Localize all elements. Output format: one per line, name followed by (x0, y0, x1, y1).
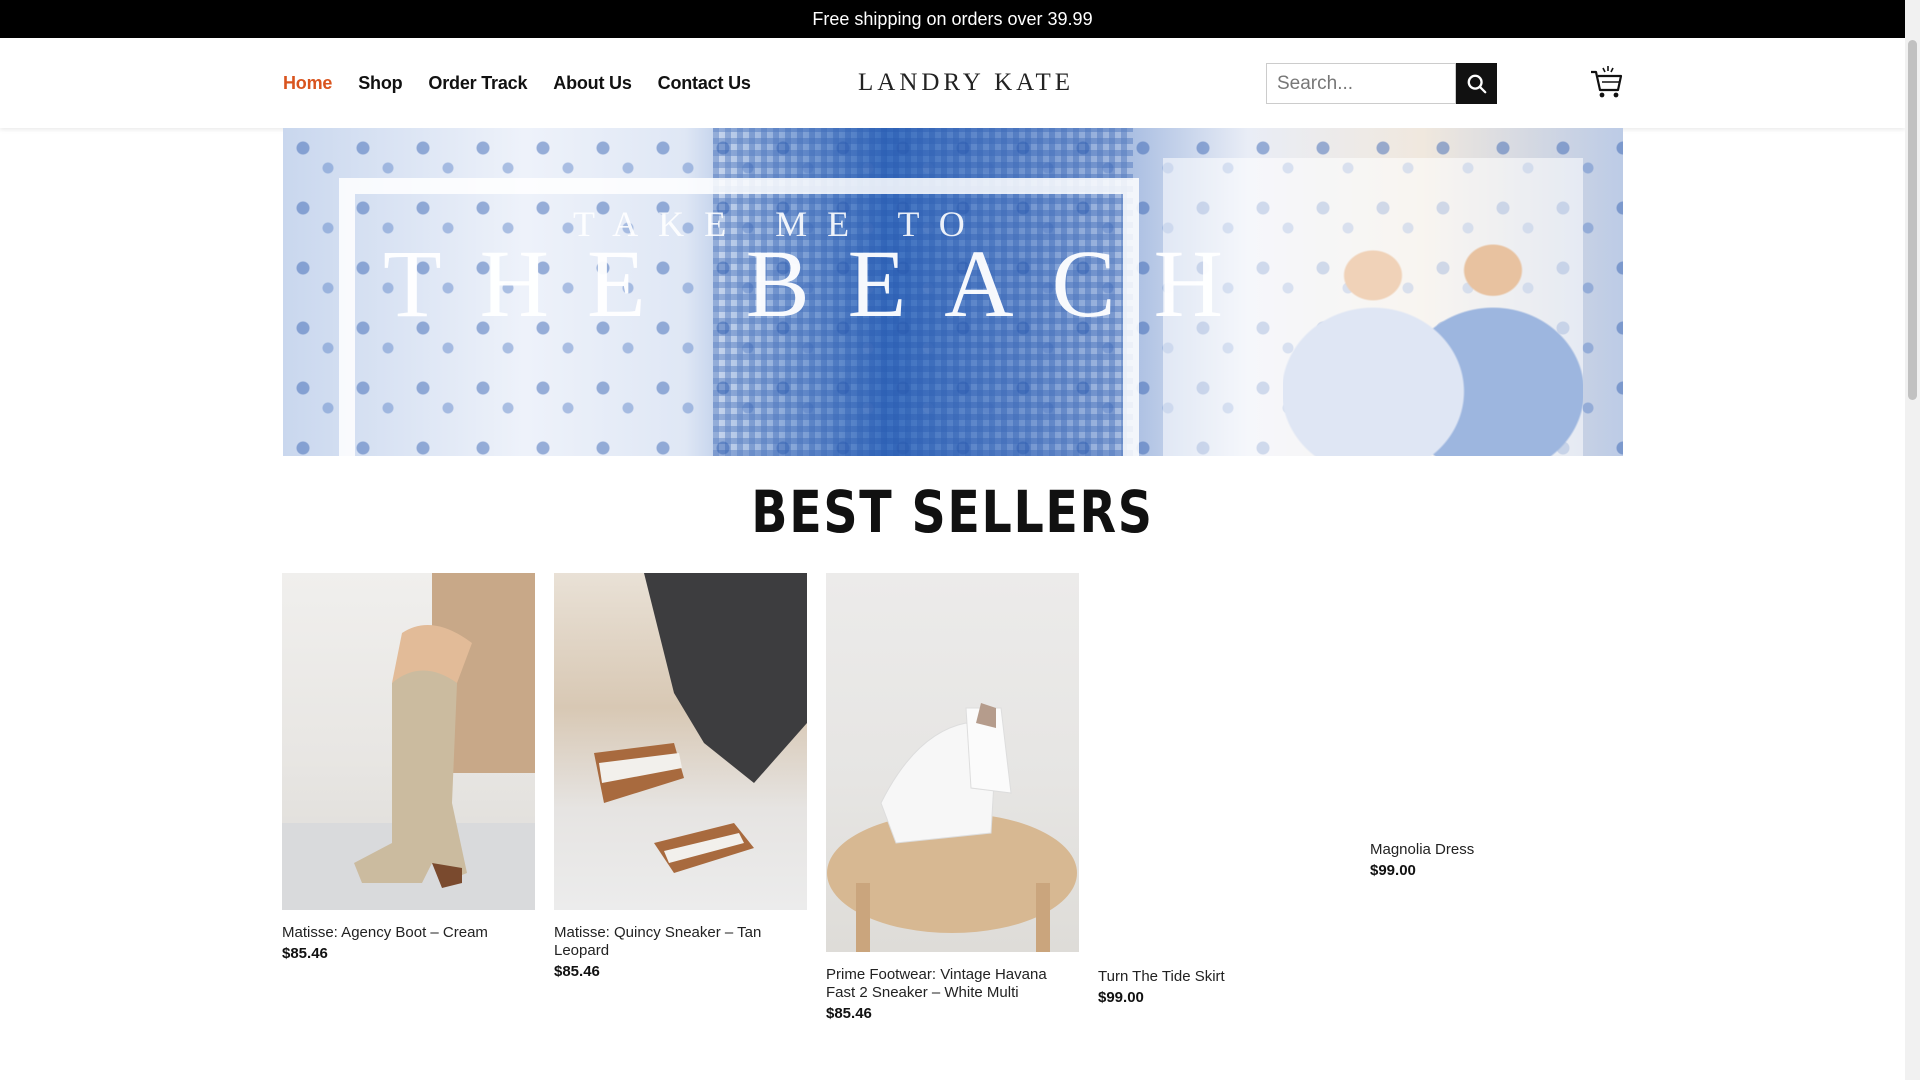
site-header: Home Shop Order Track About Us Contact U… (0, 38, 1905, 128)
search-button[interactable] (1456, 63, 1497, 104)
product-image[interactable] (554, 573, 807, 910)
product-price: $85.46 (554, 963, 600, 980)
boot-image (282, 573, 535, 910)
white-sneaker-image (827, 703, 1077, 952)
search-icon (1467, 74, 1486, 93)
product-card[interactable]: Prime Footwear: Vintage Havana Fast 2 Sn… (826, 573, 1079, 1022)
product-name[interactable]: Matisse: Quincy Sneaker – Tan Leopard (554, 924, 807, 960)
product-card[interactable]: Matisse: Agency Boot – Cream $85.46 (282, 573, 535, 962)
announcement-bar: Free shipping on orders over 39.99 (0, 0, 1905, 38)
best-sellers-title: BEST SELLERS (751, 478, 1154, 546)
nav-about-us[interactable]: About Us (553, 73, 632, 94)
hero-banner[interactable]: TAKE ME TO THE BEACH (283, 128, 1623, 456)
site-logo[interactable]: LANDRY KATE (858, 38, 1074, 128)
hero-heading: THE BEACH (383, 230, 1261, 337)
product-price: $85.46 (282, 945, 328, 962)
nav-home[interactable]: Home (283, 73, 332, 94)
product-name[interactable]: Matisse: Agency Boot – Cream (282, 924, 535, 942)
models-image (1283, 198, 1583, 456)
main-nav: Home Shop Order Track About Us Contact U… (283, 38, 751, 128)
cart-button[interactable] (1588, 64, 1624, 100)
product-price: $99.00 (1098, 989, 1144, 1006)
search-input[interactable] (1266, 63, 1456, 104)
product-card[interactable]: Turn The Tide Skirt $99.00 (1098, 952, 1351, 1006)
product-price: $99.00 (1370, 862, 1416, 879)
product-name[interactable]: Prime Footwear: Vintage Havana Fast 2 Sn… (826, 966, 1079, 1002)
product-name[interactable]: Turn The Tide Skirt (1098, 968, 1351, 986)
product-price: $85.46 (826, 1005, 872, 1022)
cart-icon (1591, 66, 1623, 98)
announcement-text: Free shipping on orders over 39.99 (812, 8, 1093, 29)
product-image[interactable] (826, 573, 1079, 952)
scrollbar-thumb[interactable] (1908, 40, 1917, 400)
product-card[interactable]: Matisse: Quincy Sneaker – Tan Leopard $8… (554, 573, 807, 980)
sneaker-image (594, 573, 807, 873)
nav-order-track[interactable]: Order Track (428, 73, 527, 94)
page-scrollbar[interactable] (1905, 0, 1920, 1080)
search-form (1266, 63, 1497, 104)
product-name[interactable]: Magnolia Dress (1370, 841, 1623, 859)
nav-shop[interactable]: Shop (358, 73, 402, 94)
product-card[interactable]: Magnolia Dress $99.00 (1370, 825, 1623, 879)
product-image[interactable] (282, 573, 535, 910)
nav-contact-us[interactable]: Contact Us (658, 73, 751, 94)
